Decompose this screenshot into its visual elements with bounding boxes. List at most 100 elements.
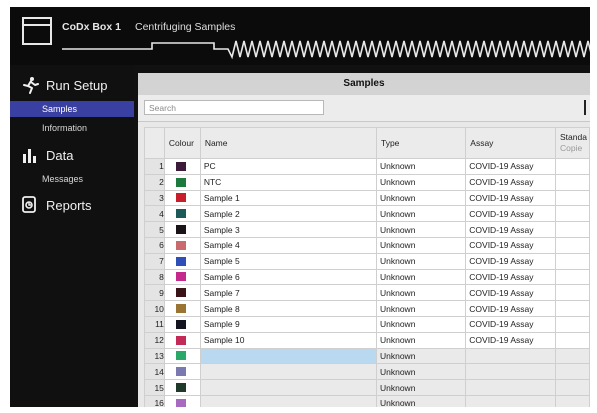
colour-cell[interactable] bbox=[163, 221, 201, 238]
colour-swatch[interactable] bbox=[175, 351, 186, 361]
standard-cell[interactable] bbox=[554, 158, 590, 175]
column-header-type[interactable]: Type bbox=[375, 127, 467, 159]
type-cell[interactable]: Unknown bbox=[375, 379, 467, 396]
table-row[interactable]: 5 Sample 3 Unknown COVID-19 Assay bbox=[144, 221, 590, 238]
table-row[interactable]: 13 Unknown bbox=[144, 347, 590, 365]
type-cell[interactable]: Unknown bbox=[375, 331, 467, 349]
colour-cell[interactable] bbox=[163, 331, 201, 349]
standard-cell[interactable] bbox=[554, 363, 590, 381]
name-cell[interactable]: Sample 1 bbox=[199, 189, 377, 207]
name-cell[interactable] bbox=[199, 394, 377, 407]
type-cell[interactable]: Unknown bbox=[375, 315, 467, 333]
colour-swatch[interactable] bbox=[175, 161, 186, 171]
assay-cell[interactable]: COVID-19 Assay bbox=[465, 300, 556, 317]
assay-cell[interactable]: COVID-19 Assay bbox=[465, 315, 556, 333]
table-row[interactable]: 11 Sample 9 Unknown COVID-19 Assay bbox=[144, 315, 590, 333]
assay-cell[interactable]: COVID-19 Assay bbox=[465, 236, 556, 254]
table-row[interactable]: 4 Sample 2 Unknown COVID-19 Assay bbox=[144, 205, 590, 223]
assay-cell[interactable]: COVID-19 Assay bbox=[465, 284, 556, 302]
assay-cell[interactable]: COVID-19 Assay bbox=[465, 331, 556, 349]
type-cell[interactable]: Unknown bbox=[375, 363, 467, 381]
name-cell[interactable]: Sample 10 bbox=[199, 331, 377, 349]
type-cell[interactable]: Unknown bbox=[375, 300, 467, 317]
sidebar-item-data[interactable]: Data bbox=[20, 145, 73, 165]
colour-swatch[interactable] bbox=[175, 240, 186, 250]
colour-swatch[interactable] bbox=[175, 304, 186, 314]
type-cell[interactable]: Unknown bbox=[375, 205, 467, 223]
standard-cell[interactable] bbox=[554, 379, 590, 396]
table-row[interactable]: 6 Sample 4 Unknown COVID-19 Assay bbox=[144, 236, 590, 254]
sidebar-item-samples[interactable]: Samples bbox=[10, 101, 134, 117]
colour-swatch[interactable] bbox=[175, 272, 186, 282]
assay-cell[interactable]: COVID-19 Assay bbox=[465, 252, 556, 270]
type-cell[interactable]: Unknown bbox=[375, 236, 467, 254]
assay-cell[interactable]: COVID-19 Assay bbox=[465, 173, 556, 191]
sidebar-item-messages[interactable]: Messages bbox=[10, 171, 134, 187]
table-row[interactable]: 9 Sample 7 Unknown COVID-19 Assay bbox=[144, 284, 590, 302]
type-cell[interactable]: Unknown bbox=[375, 347, 467, 365]
standard-cell[interactable] bbox=[554, 236, 590, 254]
colour-swatch[interactable] bbox=[175, 383, 186, 393]
assay-cell[interactable] bbox=[465, 394, 556, 407]
table-row[interactable]: 15 Unknown bbox=[144, 379, 590, 396]
column-header-colour[interactable]: Colour bbox=[163, 127, 201, 159]
type-cell[interactable]: Unknown bbox=[375, 394, 467, 407]
name-cell[interactable]: NTC bbox=[199, 173, 377, 191]
type-cell[interactable]: Unknown bbox=[375, 173, 467, 191]
table-row[interactable]: 16 Unknown bbox=[144, 394, 590, 407]
colour-swatch[interactable] bbox=[175, 367, 186, 377]
name-cell[interactable]: Sample 5 bbox=[199, 252, 377, 270]
standard-cell[interactable] bbox=[554, 315, 590, 333]
standard-cell[interactable] bbox=[554, 284, 590, 302]
colour-swatch[interactable] bbox=[175, 209, 186, 219]
assay-cell[interactable]: COVID-19 Assay bbox=[465, 205, 556, 223]
assay-cell[interactable]: COVID-19 Assay bbox=[465, 189, 556, 207]
type-cell[interactable]: Unknown bbox=[375, 268, 467, 286]
assay-cell[interactable]: COVID-19 Assay bbox=[465, 158, 556, 175]
colour-swatch[interactable] bbox=[175, 398, 186, 407]
table-row[interactable]: 2 NTC Unknown COVID-19 Assay bbox=[144, 173, 590, 191]
colour-swatch[interactable] bbox=[175, 193, 186, 203]
name-cell[interactable]: Sample 8 bbox=[199, 300, 377, 317]
colour-swatch[interactable] bbox=[175, 335, 186, 345]
sidebar-item-run-setup[interactable]: Run Setup bbox=[20, 75, 107, 95]
name-cell[interactable]: Sample 2 bbox=[199, 205, 377, 223]
standard-cell[interactable] bbox=[554, 268, 590, 286]
type-cell[interactable]: Unknown bbox=[375, 252, 467, 270]
colour-cell[interactable] bbox=[163, 236, 201, 254]
colour-cell[interactable] bbox=[163, 173, 201, 191]
standard-cell[interactable] bbox=[554, 394, 590, 407]
table-row[interactable]: 7 Sample 5 Unknown COVID-19 Assay bbox=[144, 252, 590, 270]
standard-cell[interactable] bbox=[554, 347, 590, 365]
colour-swatch[interactable] bbox=[175, 225, 186, 235]
colour-cell[interactable] bbox=[163, 300, 201, 317]
assay-cell[interactable]: COVID-19 Assay bbox=[465, 268, 556, 286]
standard-cell[interactable] bbox=[554, 300, 590, 317]
colour-cell[interactable] bbox=[163, 284, 201, 302]
sidebar-item-reports[interactable]: Reports bbox=[20, 195, 92, 215]
colour-swatch[interactable] bbox=[175, 177, 186, 187]
name-cell[interactable]: Sample 6 bbox=[199, 268, 377, 286]
name-cell[interactable] bbox=[199, 379, 377, 396]
name-cell[interactable]: Sample 4 bbox=[199, 236, 377, 254]
colour-swatch[interactable] bbox=[175, 288, 186, 298]
colour-cell[interactable] bbox=[163, 205, 201, 223]
colour-cell[interactable] bbox=[163, 394, 201, 407]
colour-cell[interactable] bbox=[163, 268, 201, 286]
search-input[interactable] bbox=[144, 100, 324, 115]
name-cell[interactable] bbox=[199, 347, 377, 365]
name-cell[interactable] bbox=[199, 363, 377, 381]
type-cell[interactable]: Unknown bbox=[375, 284, 467, 302]
colour-cell[interactable] bbox=[163, 158, 201, 175]
column-header-assay[interactable]: Assay bbox=[465, 127, 556, 159]
table-row[interactable]: 3 Sample 1 Unknown COVID-19 Assay bbox=[144, 189, 590, 207]
table-row[interactable]: 1 PC Unknown COVID-19 Assay bbox=[144, 158, 590, 175]
name-cell[interactable]: PC bbox=[199, 158, 377, 175]
standard-cell[interactable] bbox=[554, 221, 590, 238]
standard-cell[interactable] bbox=[554, 189, 590, 207]
standard-cell[interactable] bbox=[554, 205, 590, 223]
standard-cell[interactable] bbox=[554, 331, 590, 349]
table-row[interactable]: 10 Sample 8 Unknown COVID-19 Assay bbox=[144, 300, 590, 317]
colour-cell[interactable] bbox=[163, 363, 201, 381]
table-row[interactable]: 14 Unknown bbox=[144, 363, 590, 381]
